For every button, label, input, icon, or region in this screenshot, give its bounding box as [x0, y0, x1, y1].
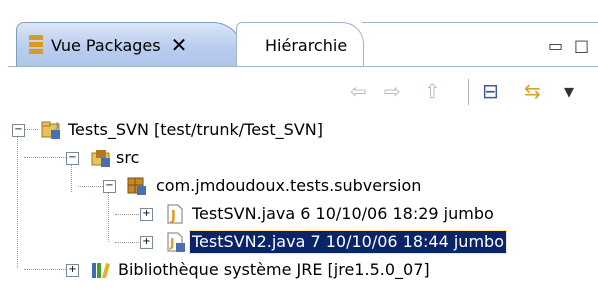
- maximize-icon[interactable]: □: [574, 36, 589, 55]
- tab-hierarchie-label: Hiérarchie: [265, 35, 348, 55]
- up-folder-icon[interactable]: ⇧: [424, 81, 441, 101]
- svg-text:J: J: [169, 236, 174, 250]
- expand-toggle-icon[interactable]: +: [140, 208, 153, 221]
- tab-hierarchie[interactable]: Hiérarchie: [236, 22, 364, 67]
- view-menu-icon[interactable]: ▾: [564, 81, 574, 101]
- collapse-toggle-icon[interactable]: −: [66, 152, 79, 165]
- back-arrow-icon[interactable]: ⇦: [350, 81, 367, 101]
- tree-item-src[interactable]: − src: [8, 144, 598, 172]
- tab-vue-packages[interactable]: Vue Packages ✕: [16, 22, 243, 67]
- collapse-toggle-icon[interactable]: −: [12, 124, 25, 137]
- forward-arrow-icon[interactable]: ⇨: [384, 81, 401, 101]
- java-file-icon: J: [167, 204, 183, 224]
- view-toolbar: ⇦ ⇨ ⇧ ⊟ ⇆ ▾: [8, 66, 598, 117]
- file-testsvn-label: TestSVN.java 6 10/10/06 18:29 jumbo: [192, 204, 494, 223]
- package-explorer-view: Vue Packages ✕ Hiérarchie ▭ □ ⇦ ⇨ ⇧ ⊟ ⇆ …: [0, 0, 598, 302]
- svg-text:J: J: [55, 121, 58, 130]
- tab-vue-packages-label: Vue Packages: [51, 35, 161, 55]
- link-with-editor-icon[interactable]: ⇆: [524, 81, 541, 101]
- close-tab-icon[interactable]: ✕: [171, 33, 188, 57]
- collapse-toggle-icon[interactable]: −: [103, 180, 116, 193]
- file-testsvn2-label: TestSVN2.java 7 10/10/06 18:44 jumbo: [189, 230, 507, 254]
- project-label: Tests_SVN [test/trunk/Test_SVN]: [68, 120, 323, 139]
- tree-item-project[interactable]: − J Tests_SVN [test/trunk/Test_SVN]: [8, 116, 598, 144]
- tab-strip: Vue Packages ✕ Hiérarchie ▭ □: [8, 22, 598, 67]
- tree-item-file-testsvn2[interactable]: + J TestSVN2.java 7 10/10/06 18:44 jumbo: [8, 228, 598, 256]
- java-project-icon: J: [41, 121, 60, 139]
- tree-item-file-testsvn[interactable]: + J TestSVN.java 6 10/10/06 18:29 jumbo: [8, 200, 598, 228]
- package-icon: [127, 177, 146, 195]
- toolbar-separator: [468, 79, 469, 105]
- package-label: com.jmdoudoux.tests.subversion: [156, 176, 422, 195]
- expand-toggle-icon[interactable]: +: [66, 264, 79, 277]
- library-icon: [92, 263, 110, 278]
- packages-view-icon: [29, 34, 43, 56]
- tree-item-jre-library[interactable]: + Bibliothèque système JRE [jre1.5.0_07]: [8, 256, 598, 284]
- expand-toggle-icon[interactable]: +: [140, 236, 153, 249]
- svg-text:J: J: [170, 209, 176, 224]
- jre-library-label: Bibliothèque système JRE [jre1.5.0_07]: [118, 260, 430, 279]
- collapse-all-icon[interactable]: ⊟: [482, 81, 499, 101]
- src-label: src: [116, 148, 140, 167]
- package-tree: − J Tests_SVN [test/trunk/Test_SVN] − sr…: [8, 116, 598, 302]
- java-file-added-icon: J: [167, 232, 185, 252]
- minimize-icon[interactable]: ▭: [548, 36, 563, 55]
- tree-item-package[interactable]: − com.jmdoudoux.tests.subversion: [8, 172, 598, 200]
- source-folder-icon: [91, 150, 110, 167]
